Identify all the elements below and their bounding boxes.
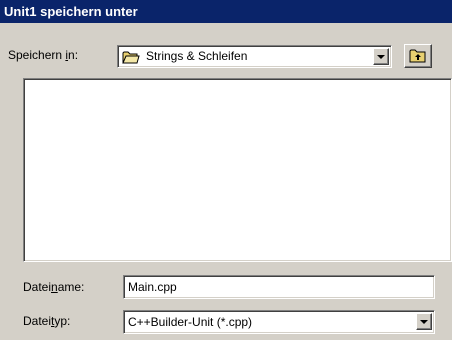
filename-label: Dateiname: — [23, 280, 85, 294]
filetype-label: Dateityp: — [23, 314, 71, 328]
save-in-dropdown[interactable]: Strings & Schleifen — [117, 45, 392, 68]
filename-input[interactable]: Main.cpp — [123, 275, 435, 299]
folder-icon — [122, 50, 140, 67]
save-in-dropdown-button[interactable] — [373, 48, 389, 65]
filename-value: Main.cpp — [128, 280, 177, 294]
filetype-dropdown-button[interactable] — [416, 313, 432, 330]
save-in-label: Speichern in: — [8, 48, 79, 62]
filetype-dropdown[interactable]: C++Builder-Unit (*.cpp) — [123, 310, 435, 334]
filetype-value: C++Builder-Unit (*.cpp) — [128, 315, 253, 329]
up-folder-button[interactable] — [404, 44, 432, 68]
up-folder-icon — [409, 48, 427, 66]
file-list[interactable] — [23, 78, 452, 262]
save-in-value: Strings & Schleifen — [146, 49, 248, 63]
window-title: Unit1 speichern unter — [0, 0, 452, 23]
